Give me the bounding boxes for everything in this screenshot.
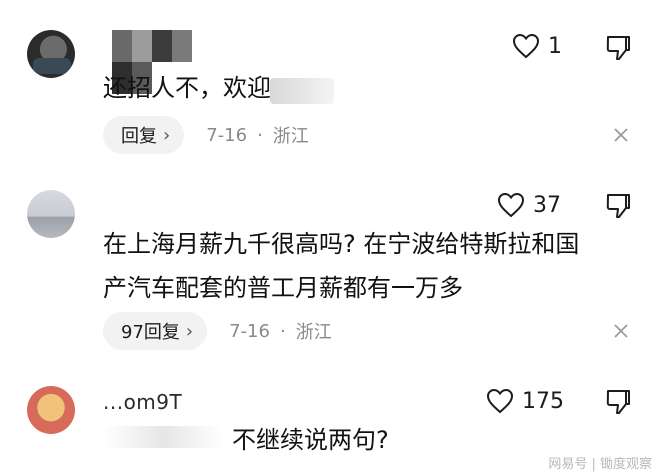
censored-text [270, 78, 334, 104]
separator-dot: · [257, 124, 263, 146]
avatar[interactable] [27, 190, 75, 238]
like-count: 37 [533, 192, 561, 218]
comment-item-2: 37 在上海月薪九千很高吗? 在宁波给特斯拉和国 产汽车配套的普工月薪都有一万多… [0, 170, 660, 360]
close-icon[interactable] [612, 126, 630, 144]
comment-region: 浙江 [272, 126, 309, 147]
reply-button[interactable]: 回复 › [103, 116, 185, 154]
comment-text: 不继续说两句? [232, 426, 389, 454]
heart-outline-icon [512, 33, 540, 59]
censored-username [103, 426, 223, 448]
comment-text-line-1: 在上海月薪九千很高吗? 在宁波给特斯拉和国 [103, 230, 580, 258]
thumbs-down-icon[interactable] [604, 34, 632, 62]
like-count: 175 [522, 388, 564, 414]
like-button[interactable]: 37 [497, 192, 561, 218]
comment-region: 浙江 [295, 322, 332, 343]
comment-date: 7-16 [229, 320, 270, 342]
avatar[interactable] [27, 30, 75, 78]
watermark: 网易号 | 锄度观察 [548, 457, 652, 472]
comment-meta: 97回复 › 7-16 · 浙江 [103, 312, 332, 350]
like-button[interactable]: 1 [512, 33, 562, 59]
thumbs-down-icon[interactable] [604, 388, 632, 416]
reply-label: 97回复 [121, 322, 180, 343]
username[interactable]: ...om9T [103, 390, 182, 414]
comment-date: 7-16 [206, 124, 248, 146]
comment-item-1: 1 还招人不，欢迎 回复 › 7-16 · 浙江 [0, 0, 660, 170]
thumbs-down-icon[interactable] [604, 192, 632, 220]
like-button[interactable]: 175 [486, 388, 564, 414]
heart-outline-icon [486, 388, 514, 414]
like-count: 1 [548, 33, 562, 59]
heart-outline-icon [497, 192, 525, 218]
comment-text: 还招人不，欢迎 [103, 74, 271, 102]
comment-meta: 回复 › 7-16 · 浙江 [103, 116, 309, 154]
reply-label: 回复 [121, 126, 157, 147]
avatar[interactable] [27, 386, 75, 434]
chevron-right-icon: › [185, 320, 194, 342]
chevron-right-icon: › [163, 124, 171, 146]
reply-button[interactable]: 97回复 › [103, 312, 208, 350]
separator-dot: · [279, 320, 286, 342]
close-icon[interactable] [612, 322, 630, 340]
comment-text-line-2: 产汽车配套的普工月薪都有一万多 [103, 274, 463, 302]
